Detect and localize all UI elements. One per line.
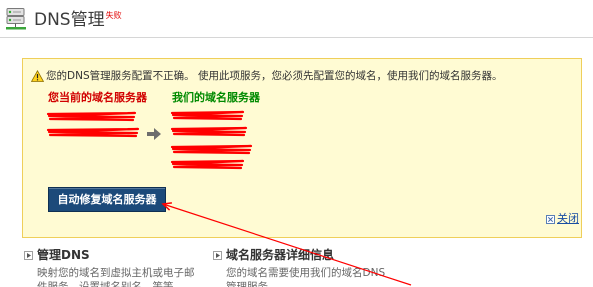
server-icon	[6, 8, 26, 30]
page-title: DNS管理	[34, 10, 105, 30]
status-tag: 失败	[105, 11, 122, 20]
redaction-mark	[46, 127, 140, 138]
section-title[interactable]: 域名服务器详细信息	[226, 248, 334, 262]
section-nameserver-details: 域名服务器详细信息 您的域名需要使用我们的域名DNS 管理服务。	[213, 248, 433, 287]
section-description: 管理服务。	[226, 281, 279, 287]
section-description: 您的域名需要使用我们的域名DNS	[226, 267, 386, 279]
redaction-mark	[170, 144, 253, 155]
section-title[interactable]: 管理DNS	[37, 248, 90, 262]
dns-management-page: DNS管理失败 您的DNS管理服务配置不正确。 使用此项服务，您必须先配置您的域…	[0, 0, 593, 287]
redaction-mark	[170, 126, 248, 137]
header-divider	[0, 37, 593, 38]
section-manage-dns: 管理DNS 映射您的域名到虚拟主机或电子邮 件服务，设置域名别名，等等。	[24, 248, 204, 287]
arrow-right-icon	[147, 128, 161, 140]
close-icon	[546, 214, 555, 224]
section-description: 映射您的域名到虚拟主机或电子邮	[37, 267, 195, 279]
redaction-mark	[46, 111, 137, 122]
redaction-mark	[170, 159, 245, 170]
section-description: 件服务，设置域名别名，等等。	[37, 281, 184, 287]
close-label: 关闭	[557, 212, 579, 225]
close-alert-link[interactable]: 关闭	[546, 212, 579, 226]
arrow-bullet-icon	[213, 251, 222, 260]
page-header: DNS管理失败	[34, 9, 122, 31]
dns-config-alert: 您的DNS管理服务配置不正确。 使用此项服务，您必须先配置您的域名，使用我们的域…	[22, 58, 582, 238]
redaction-mark	[170, 110, 245, 121]
arrow-bullet-icon	[24, 251, 33, 260]
auto-fix-nameservers-button[interactable]: 自动修复域名服务器	[48, 187, 166, 212]
